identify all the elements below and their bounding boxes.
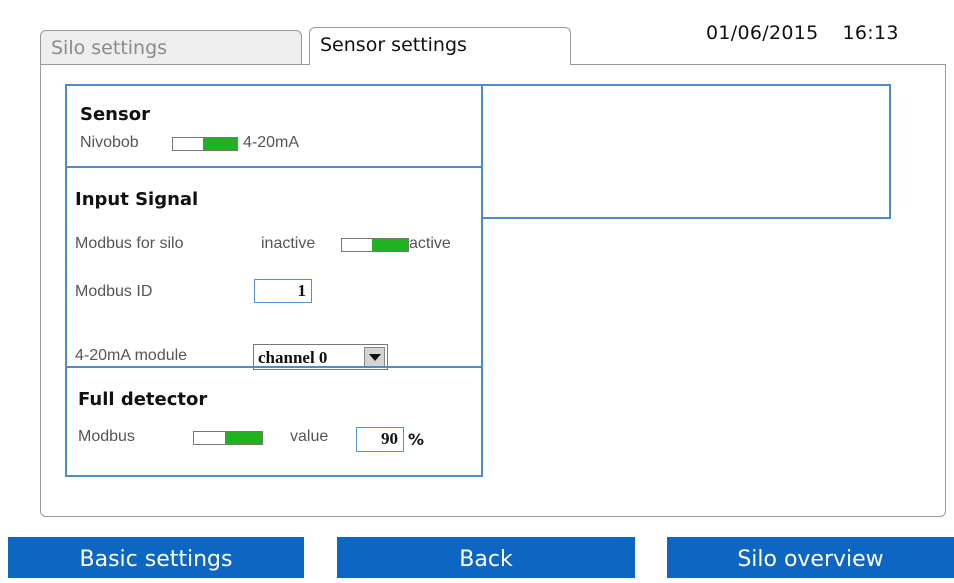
time-text: 16:13 (842, 22, 899, 44)
module-select-value: channel 0 (258, 348, 328, 367)
full-detector-toggle[interactable] (193, 431, 263, 445)
modbus-id-input[interactable]: 1 (254, 279, 312, 303)
sensor-title: Sensor (80, 104, 150, 125)
date-text: 01/06/2015 (706, 22, 819, 44)
sensor-nivobob-label: Nivobob (80, 134, 139, 151)
modbus-for-silo-toggle[interactable] (341, 238, 409, 252)
toggle-knob (203, 138, 237, 150)
full-detector-modbus-label: Modbus (78, 428, 135, 445)
section-divider (66, 166, 481, 168)
tab-sensor-settings-label: Sensor settings (320, 34, 467, 56)
module-label: 4-20mA module (75, 347, 188, 364)
section-divider (66, 366, 481, 368)
full-detector-title: Full detector (78, 389, 208, 410)
silo-overview-button[interactable]: Silo overview (667, 537, 954, 578)
percent-unit: % (408, 430, 425, 449)
input-signal-title: Input Signal (75, 189, 199, 210)
tab-silo-settings-label: Silo settings (51, 37, 168, 59)
modbus-for-silo-label: Modbus for silo (75, 235, 184, 252)
sensor-type-toggle[interactable] (172, 137, 238, 151)
active-label: active (409, 235, 451, 252)
back-button[interactable]: Back (337, 537, 635, 578)
toggle-knob (225, 432, 262, 444)
inactive-label: inactive (261, 235, 316, 252)
chevron-down-icon[interactable] (364, 347, 385, 367)
basic-settings-button[interactable]: Basic settings (8, 537, 304, 578)
tab-silo-settings[interactable]: Silo settings (40, 30, 302, 64)
sensor-4-20ma-label: 4-20mA (243, 134, 300, 151)
modbus-id-label: Modbus ID (75, 283, 153, 300)
info-box (481, 84, 891, 219)
datetime-display: 01/06/2015 16:13 (706, 22, 899, 44)
tab-sensor-settings[interactable]: Sensor settings (309, 27, 571, 65)
toggle-knob (372, 239, 408, 251)
full-detector-value-label: value (290, 428, 329, 445)
full-detector-value-input[interactable]: 90 (356, 427, 404, 452)
